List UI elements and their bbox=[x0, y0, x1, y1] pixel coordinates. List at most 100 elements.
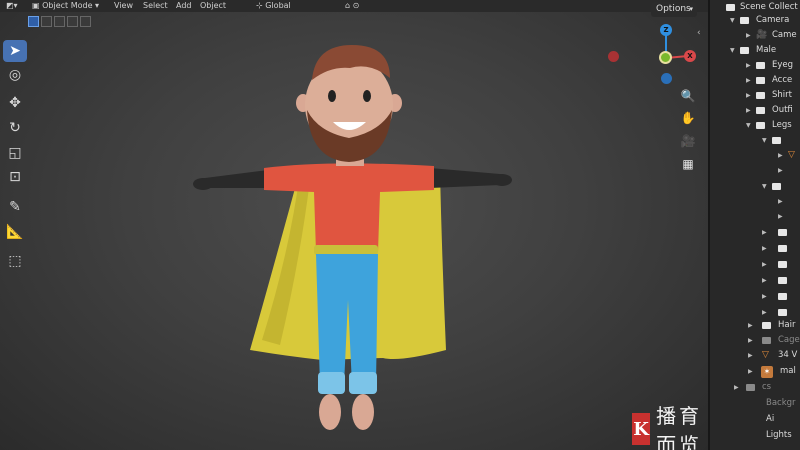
collection-icon bbox=[778, 309, 787, 316]
outliner-row-legs-child-1[interactable]: ▼ bbox=[710, 133, 800, 148]
outliner-label: Camera bbox=[756, 15, 790, 25]
y-axis-button[interactable] bbox=[659, 51, 672, 64]
transform-tool-icon[interactable]: ⊡ bbox=[3, 166, 27, 188]
outliner-label: Cage bbox=[778, 335, 800, 345]
3d-viewport[interactable]: ◩▾ ▣ Object Mode ▾ View Select Add Objec… bbox=[0, 0, 708, 450]
expand-down-icon[interactable]: ▼ bbox=[730, 13, 735, 28]
camera-view-icon[interactable]: 🎥 bbox=[678, 131, 698, 151]
select-intersect-icon[interactable] bbox=[80, 16, 91, 27]
scale-tool-icon[interactable]: ◱ bbox=[3, 142, 27, 164]
expand-right-icon[interactable]: ▶ bbox=[746, 103, 751, 118]
orientation-dropdown[interactable]: ⊹ Global bbox=[256, 0, 291, 12]
outliner-row-34-v[interactable]: ▶ ▽ 34 V bbox=[710, 348, 800, 363]
expand-right-icon[interactable]: ▶ bbox=[746, 73, 751, 88]
outliner-row-sub-5[interactable]: ▶ bbox=[710, 289, 800, 304]
collection-icon bbox=[772, 137, 781, 144]
select-new-icon[interactable] bbox=[28, 16, 39, 27]
expand-right-icon[interactable]: ▶ bbox=[778, 194, 783, 209]
rotate-tool-icon[interactable]: ↻ bbox=[3, 117, 27, 139]
expand-right-icon[interactable]: ▶ bbox=[762, 241, 767, 256]
outliner-row-hair[interactable]: ▶ Hair bbox=[710, 318, 800, 333]
character-model[interactable] bbox=[0, 0, 708, 450]
neg-z-axis-button[interactable] bbox=[661, 73, 672, 84]
move-tool-icon[interactable]: ✥ bbox=[3, 92, 27, 114]
ortho-grid-icon[interactable]: ▦ bbox=[678, 154, 698, 174]
outliner-row-cage[interactable]: ▶ Cage bbox=[710, 333, 800, 348]
expand-right-icon[interactable]: ▶ bbox=[762, 225, 767, 240]
mesh-icon: ▽ bbox=[762, 350, 769, 360]
outliner-row-camera-object[interactable]: ▶ 🎥 Came bbox=[710, 28, 800, 43]
snap-icon[interactable]: ⌂ ⊙ bbox=[345, 0, 359, 12]
outliner-row-eyeglasses[interactable]: ▶ Eyeg bbox=[710, 58, 800, 73]
annotate-tool-icon[interactable]: ✎ bbox=[3, 196, 27, 218]
outliner-row-cs[interactable]: ▶ cs bbox=[710, 380, 800, 395]
expand-right-icon[interactable]: ▶ bbox=[762, 273, 767, 288]
outliner-row-sub-1[interactable]: ▶ bbox=[710, 225, 800, 240]
z-axis-button[interactable]: Z bbox=[660, 24, 672, 36]
expand-right-icon[interactable]: ▶ bbox=[746, 28, 751, 43]
navigation-gizmo[interactable]: Z X bbox=[604, 22, 704, 92]
watermark-text: 播育而览 bbox=[656, 404, 703, 450]
outliner-label: Acce bbox=[772, 75, 793, 85]
expand-down-icon[interactable]: ▼ bbox=[746, 118, 751, 133]
selection-mode-bar bbox=[28, 16, 91, 30]
outliner-row-legs-mesh-4[interactable]: ▶ bbox=[710, 209, 800, 224]
outliner-row-legs-child-2[interactable]: ▼ bbox=[710, 179, 800, 194]
outliner-row-sub-2[interactable]: ▶ bbox=[710, 241, 800, 256]
expand-down-icon[interactable]: ▼ bbox=[762, 133, 767, 148]
mode-dropdown[interactable]: ▣ Object Mode ▾ bbox=[32, 0, 99, 12]
select-subtract-icon[interactable] bbox=[54, 16, 65, 27]
menu-select[interactable]: Select bbox=[143, 0, 168, 12]
expand-right-icon[interactable]: ▶ bbox=[762, 257, 767, 272]
expand-right-icon[interactable]: ▶ bbox=[746, 58, 751, 73]
outliner-label: Ai bbox=[766, 414, 775, 424]
eye-right bbox=[363, 90, 371, 102]
outliner-row-accessories[interactable]: ▶ Acce bbox=[710, 73, 800, 88]
neg-x-axis-button[interactable] bbox=[608, 51, 619, 62]
menu-add[interactable]: Add bbox=[176, 0, 192, 12]
outliner-row-legs[interactable]: ▼ Legs bbox=[710, 118, 800, 133]
outliner-row-male-armature[interactable]: ▶ ✶ mal bbox=[710, 364, 800, 379]
outliner-row-sub-3[interactable]: ▶ bbox=[710, 257, 800, 272]
outliner-panel: Scene Collect ▼ Camera ▶ 🎥 Came ▼ Male ▶… bbox=[708, 0, 800, 450]
expand-right-icon[interactable]: ▶ bbox=[748, 364, 753, 379]
outliner-row-camera-collection[interactable]: ▼ Camera bbox=[710, 13, 800, 28]
select-invert-icon[interactable] bbox=[67, 16, 78, 27]
expand-right-icon[interactable]: ▶ bbox=[734, 380, 739, 395]
outliner-row-sub-4[interactable]: ▶ bbox=[710, 273, 800, 288]
outliner-row-legs-mesh-2[interactable]: ▶ bbox=[710, 163, 800, 178]
pan-hand-icon[interactable]: ✋ bbox=[678, 108, 698, 128]
x-axis-button[interactable]: X bbox=[684, 50, 696, 62]
select-extend-icon[interactable] bbox=[41, 16, 52, 27]
jeans bbox=[316, 254, 378, 385]
expand-right-icon[interactable]: ▶ bbox=[748, 348, 753, 363]
outliner-row-male[interactable]: ▼ Male bbox=[710, 43, 800, 58]
menu-object[interactable]: Object bbox=[200, 0, 226, 12]
expand-right-icon[interactable]: ▶ bbox=[746, 88, 751, 103]
outliner-row-outfit[interactable]: ▶ Outfi bbox=[710, 103, 800, 118]
outliner-row-legs-mesh-1[interactable]: ▶ ▽ bbox=[710, 148, 800, 163]
blender-window: ◩▾ ▣ Object Mode ▾ View Select Add Objec… bbox=[0, 0, 800, 450]
select-box-tool-icon[interactable]: ➤ bbox=[3, 40, 27, 62]
expand-right-icon[interactable]: ▶ bbox=[778, 209, 783, 224]
outliner-label: Shirt bbox=[772, 90, 792, 100]
outliner-row-ai[interactable]: Ai bbox=[710, 412, 800, 427]
expand-right-icon[interactable]: ▶ bbox=[762, 289, 767, 304]
measure-tool-icon[interactable]: 📐 bbox=[3, 221, 27, 243]
menu-view[interactable]: View bbox=[114, 0, 133, 12]
expand-right-icon[interactable]: ▶ bbox=[778, 148, 783, 163]
outliner-row-lights[interactable]: Lights bbox=[710, 428, 800, 443]
options-button[interactable]: Options ▾ bbox=[651, 2, 697, 17]
outliner-row-background[interactable]: Backgr bbox=[710, 396, 800, 411]
expand-right-icon[interactable]: ▶ bbox=[778, 163, 783, 178]
editor-type-icon[interactable]: ◩▾ bbox=[6, 0, 18, 12]
cursor-tool-icon[interactable]: ◎ bbox=[3, 64, 27, 86]
outliner-row-shirt[interactable]: ▶ Shirt bbox=[710, 88, 800, 103]
outliner-row-legs-mesh-3[interactable]: ▶ bbox=[710, 194, 800, 209]
expand-right-icon[interactable]: ▶ bbox=[748, 333, 753, 348]
zoom-icon[interactable]: 🔍 bbox=[678, 86, 698, 106]
expand-right-icon[interactable]: ▶ bbox=[748, 318, 753, 333]
add-cube-tool-icon[interactable]: ⬚ bbox=[3, 250, 27, 272]
expand-down-icon[interactable]: ▼ bbox=[730, 43, 735, 58]
expand-down-icon[interactable]: ▼ bbox=[762, 179, 767, 194]
